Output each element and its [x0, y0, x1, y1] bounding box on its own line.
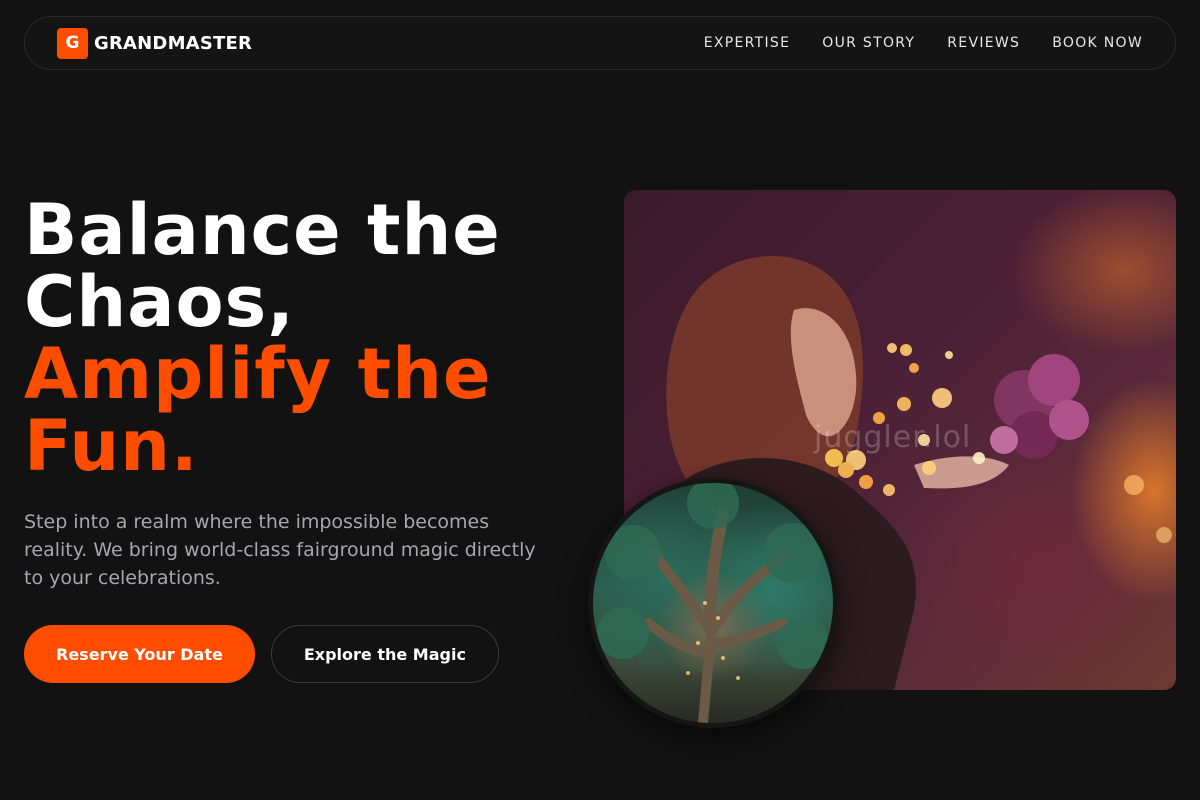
hero-actions: Reserve Your Date Explore the Magic	[24, 625, 499, 683]
hero-photo-tree	[588, 478, 838, 728]
headline-line-1: Balance the	[24, 189, 501, 271]
headline-line-3: Amplify the	[24, 333, 492, 415]
nav-links: EXPERTISE OUR STORY REVIEWS BOOK NOW	[704, 35, 1143, 51]
explore-magic-button[interactable]: Explore the Magic	[270, 625, 499, 683]
headline-line-4: Fun.	[24, 405, 199, 487]
photo-watermark: juggler.lol	[814, 420, 972, 455]
nav-link-reviews[interactable]: REVIEWS	[947, 35, 1020, 51]
top-nav: G GRANDMASTER EXPERTISE OUR STORY REVIEW…	[24, 16, 1176, 70]
tree-image	[597, 483, 829, 723]
nav-link-expertise[interactable]: EXPERTISE	[704, 35, 791, 51]
nav-link-our-story[interactable]: OUR STORY	[822, 35, 915, 51]
brand-logo[interactable]: G GRANDMASTER	[57, 27, 253, 59]
reserve-date-button[interactable]: Reserve Your Date	[24, 625, 255, 683]
brand-mark-icon: G	[57, 27, 88, 59]
headline-line-2: Chaos,	[24, 261, 295, 343]
nav-link-book-now[interactable]: BOOK NOW	[1052, 35, 1143, 51]
hero-description: Step into a realm where the impossible b…	[24, 511, 536, 589]
brand-name: GRANDMASTER	[94, 32, 253, 54]
hero-headline: Balance the Chaos, Amplify the Fun.	[24, 194, 584, 482]
